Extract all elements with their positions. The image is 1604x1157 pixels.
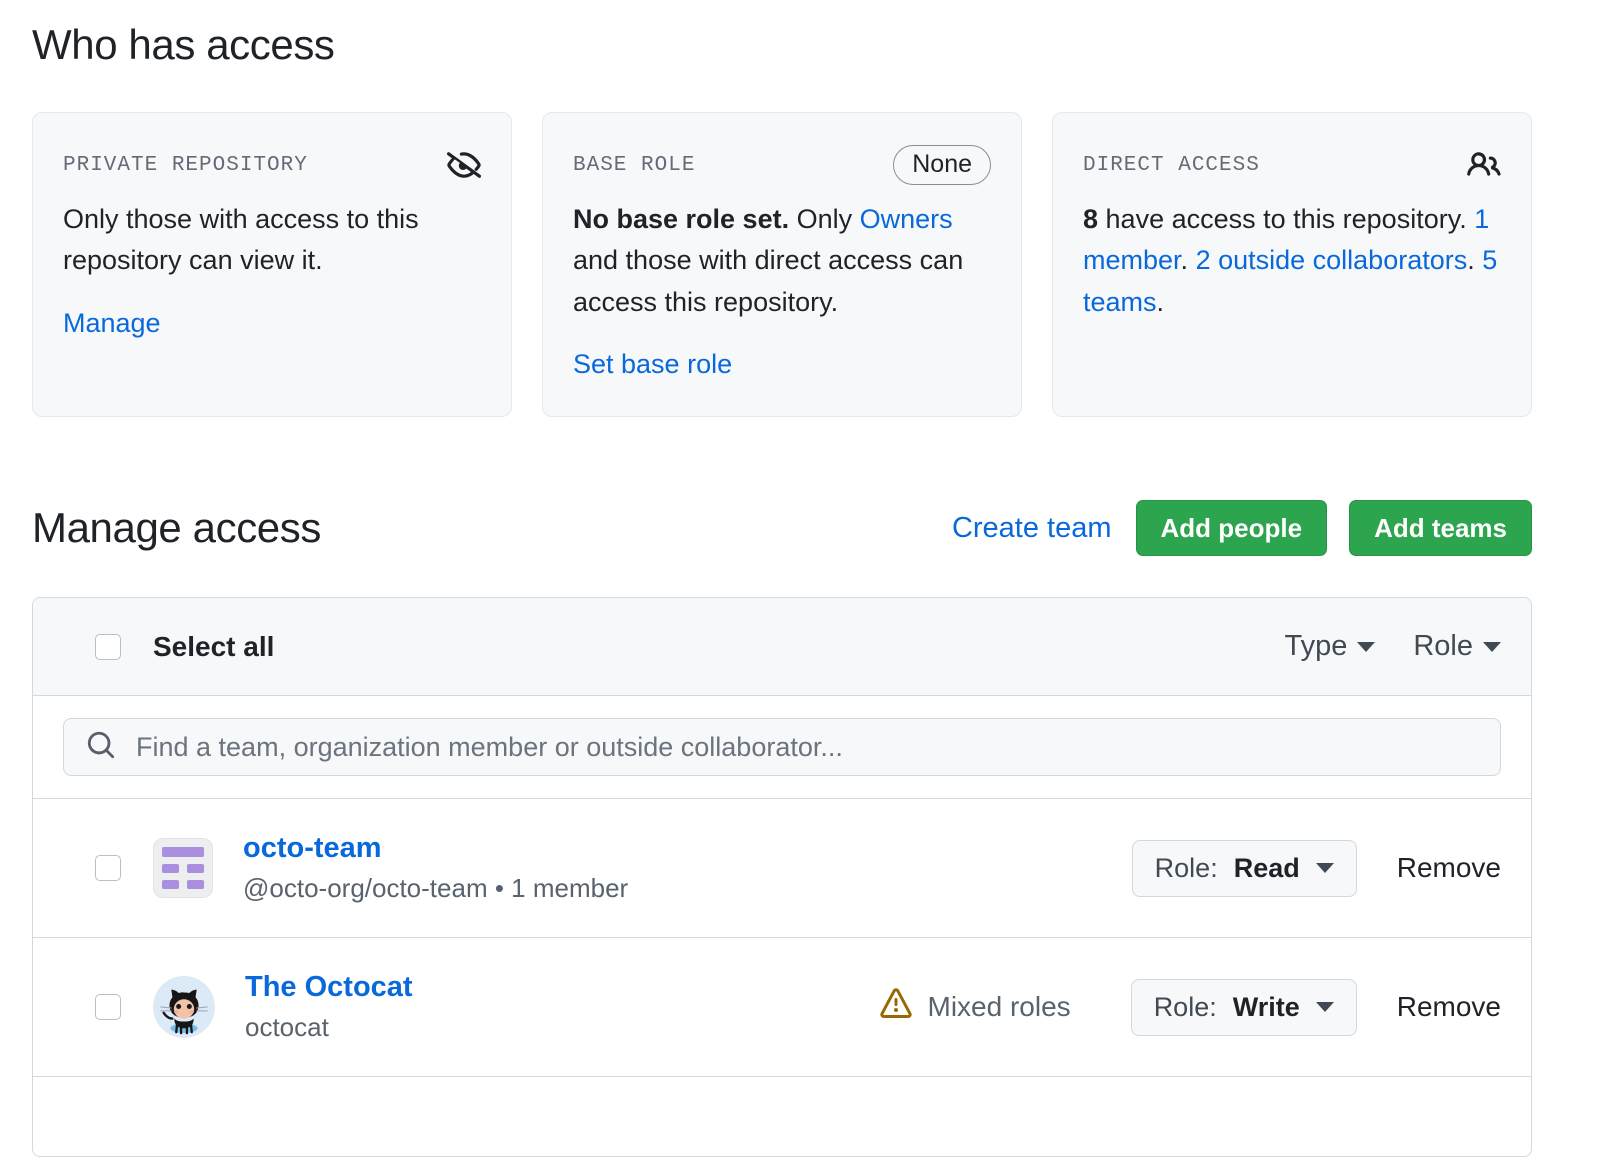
remove-button[interactable]: Remove [1397,852,1501,884]
row-trailing: Role: Write Remove [1131,979,1501,1036]
base-role-status-text: No base role set. [573,204,789,234]
remove-button[interactable]: Remove [1397,991,1501,1023]
select-all-checkbox[interactable] [95,634,121,660]
card-body-private-repository: Only those with access to this repositor… [63,199,481,282]
base-role-text-rest: and those with direct access can access … [573,245,963,316]
select-all-checkbox-cell [33,634,121,660]
card-body-base-role: No base role set. Only Owners and those … [573,199,991,323]
card-label-direct-access: Direct access [1083,154,1260,177]
who-has-access-page: Who has access Private repository Only t… [0,0,1604,1154]
table-row: The Octocat octocat Mixed roles Role: Wr… [33,938,1531,1077]
role-value: Write [1233,994,1300,1021]
set-base-role-link[interactable]: Set base role [573,349,732,380]
row-main: octo-team @octo-org/octo-team • 1 member [153,830,1132,907]
row-checkbox[interactable] [95,994,121,1020]
card-header: Direct access [1083,147,1501,183]
alert-triangle-icon [880,988,912,1027]
user-name-link[interactable]: The Octocat [245,969,413,1005]
outside-collaborators-link[interactable]: 2 outside collaborators [1196,245,1468,275]
card-label-private-repository: Private repository [63,154,308,177]
filter-type[interactable]: Type [1284,630,1375,663]
search-icon [86,730,116,765]
card-label-base-role: Base role [573,154,695,177]
create-team-link[interactable]: Create team [952,512,1112,545]
card-private-repository: Private repository Only those with acces… [32,112,512,417]
mixed-roles-label: Mixed roles [928,991,1071,1023]
row-trailing: Role: Read Remove [1132,840,1501,897]
manage-access-title: Manage access [32,504,321,552]
direct-access-count: 8 [1083,204,1098,234]
select-all-label: Select all [153,631,274,663]
access-table: Select all Type Role [32,597,1532,1157]
team-meta: @octo-org/octo-team • 1 member [243,870,628,906]
card-body-direct-access: 8 have access to this repository. 1 memb… [1083,199,1501,323]
row-checkbox[interactable] [95,855,121,881]
access-summary-cards: Private repository Only those with acces… [32,112,1532,417]
row-checkbox-cell [33,855,121,881]
table-row: octo-team @octo-org/octo-team • 1 member… [33,799,1531,938]
base-role-badge: None [893,145,991,185]
table-header-row: Select all Type Role [33,598,1531,696]
avatar-bar-row [162,880,204,889]
role-dropdown-button[interactable]: Role: Write [1131,979,1357,1036]
card-direct-access: Direct access 8 have access to this repo… [1052,112,1532,417]
row-name-block: octo-team @octo-org/octo-team • 1 member [243,830,628,907]
manage-link[interactable]: Manage [63,308,161,339]
add-teams-button[interactable]: Add teams [1349,500,1532,556]
add-people-button[interactable]: Add people [1136,500,1328,556]
row-name-block: The Octocat octocat [245,969,413,1046]
manage-access-header: Manage access Create team Add people Add… [32,495,1532,561]
role-value: Read [1234,855,1300,882]
search-row [33,696,1531,799]
search-box[interactable] [63,718,1501,776]
page-title: Who has access [32,20,335,70]
filter-role-label: Role [1413,630,1473,663]
filter-role[interactable]: Role [1413,630,1501,663]
team-name-link[interactable]: octo-team [243,830,628,866]
avatar-bar-top [162,847,204,857]
card-base-role: Base role None No base role set. Only Ow… [542,112,1022,417]
chevron-down-icon [1316,863,1334,873]
base-role-text-mid: Only [789,204,860,234]
mixed-roles-status: Mixed roles [880,988,1071,1027]
avatar-bar-row [162,864,204,873]
search-input[interactable] [134,731,1478,764]
chevron-down-icon [1357,642,1375,652]
card-header: Private repository [63,147,481,183]
people-icon [1467,148,1501,182]
row-main: The Octocat octocat [153,969,880,1046]
owners-link[interactable]: Owners [860,204,953,234]
filter-type-label: Type [1284,630,1347,663]
row-checkbox-cell [33,994,121,1020]
chevron-down-icon [1316,1002,1334,1012]
chevron-down-icon [1483,642,1501,652]
card-header: Base role None [573,147,991,183]
eye-closed-icon [447,148,481,182]
direct-access-text: have access to this repository. [1098,204,1474,234]
team-avatar [153,838,213,898]
role-prefix: Role: [1154,994,1217,1021]
octocat-avatar [153,976,215,1038]
role-prefix: Role: [1155,855,1218,882]
role-dropdown-button[interactable]: Role: Read [1132,840,1357,897]
user-login: octocat [245,1009,413,1045]
manage-access-actions: Create team Add people Add teams [952,500,1532,556]
